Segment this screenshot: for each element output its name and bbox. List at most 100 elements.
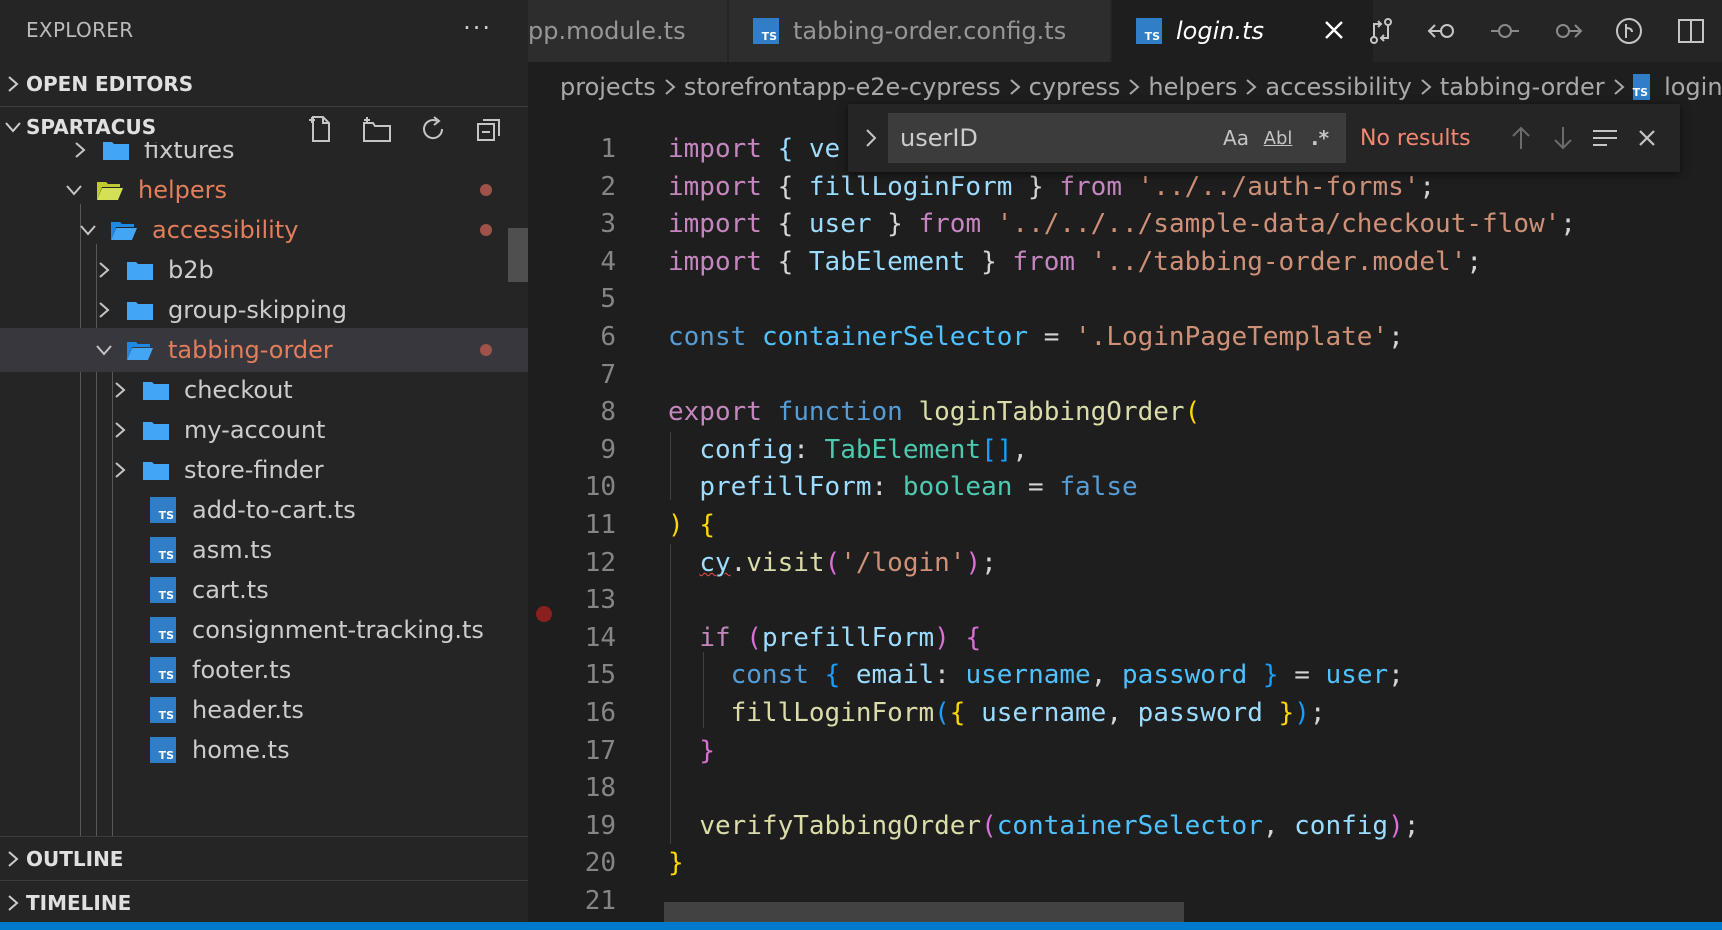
code-token: '.LoginPageTemplate': [1075, 322, 1389, 352]
arrow-down-icon[interactable]: [1542, 117, 1584, 159]
tab-login[interactable]: TS login.ts: [1112, 0, 1374, 62]
code-token: loginTabbingOrder: [918, 397, 1185, 427]
compare-icon[interactable]: [1350, 0, 1412, 62]
tree-item-cart[interactable]: TS cart.ts: [0, 568, 528, 612]
typescript-file-icon: TS: [150, 577, 176, 603]
code-token: const: [668, 322, 747, 352]
chevron-down-icon: [64, 180, 84, 200]
code-token: username: [965, 660, 1091, 690]
close-icon[interactable]: [1626, 117, 1668, 159]
chevron-right-icon: [1245, 78, 1257, 96]
find-input[interactable]: userID Aa Abl .*: [888, 113, 1346, 163]
new-file-icon[interactable]: [302, 113, 340, 145]
chevron-down-icon: [78, 220, 98, 240]
breadcrumb-item[interactable]: tabbing-order: [1440, 73, 1605, 101]
tab-tabbing-order-config[interactable]: TS tabbing-order.config.ts: [729, 0, 1111, 62]
tree-item-b2b[interactable]: b2b: [0, 248, 528, 292]
tree-item-header[interactable]: TS header.ts: [0, 688, 528, 732]
tree-item-checkout[interactable]: checkout: [0, 368, 528, 412]
breadcrumb-item[interactable]: login.ts: [1664, 73, 1722, 101]
section-timeline[interactable]: TIMELINE: [0, 880, 528, 924]
tree-item-accessibility[interactable]: accessibility: [0, 208, 528, 252]
tree-item-asm[interactable]: TS asm.ts: [0, 528, 528, 572]
tree-item-my-account[interactable]: my-account: [0, 408, 528, 452]
tree-item-label: checkout: [184, 376, 293, 404]
collapse-all-icon[interactable]: [470, 113, 508, 145]
go-forward-icon[interactable]: [1536, 0, 1598, 62]
git-commit-icon[interactable]: [1474, 0, 1536, 62]
tree-item-footer[interactable]: TS footer.ts: [0, 648, 528, 692]
section-label: OUTLINE: [26, 846, 124, 871]
code-token: containerSelector: [996, 811, 1263, 841]
folder-icon: [126, 299, 154, 321]
code-token: user: [1325, 660, 1389, 690]
indent-guide: [670, 544, 671, 844]
refresh-icon[interactable]: [414, 113, 452, 145]
code-token: if: [699, 623, 731, 653]
modified-indicator: [480, 344, 492, 356]
split-editor-icon[interactable]: [1660, 0, 1722, 62]
code-token: TabElement: [808, 247, 966, 277]
tree-item-store-finder[interactable]: store-finder: [0, 448, 528, 492]
chevron-right-icon[interactable]: [854, 127, 888, 149]
go-back-icon[interactable]: [1412, 0, 1474, 62]
chevron-right-icon: [0, 894, 26, 912]
new-folder-icon[interactable]: [358, 113, 396, 145]
chevron-right-icon: [1420, 78, 1432, 96]
find-result: No results: [1360, 125, 1471, 151]
typescript-file-icon: TS: [150, 537, 176, 563]
tree-item-label: b2b: [168, 256, 214, 284]
close-icon[interactable]: [1319, 15, 1349, 45]
breadcrumb-item[interactable]: projects: [560, 73, 656, 101]
code-token: { ve: [761, 134, 841, 164]
more-actions-button[interactable]: ···: [463, 14, 492, 42]
chevron-right-icon: [664, 78, 676, 96]
line-number: 7: [600, 360, 616, 390]
chevron-right-icon: [0, 850, 26, 868]
section-open-editors[interactable]: OPEN EDITORS: [0, 62, 528, 106]
tree-item-tabbing-order[interactable]: tabbing-order: [0, 328, 528, 372]
folder-icon: [142, 419, 170, 441]
code-token: '../tabbing-order.model': [1090, 247, 1467, 277]
whole-word-toggle[interactable]: Abl: [1260, 121, 1296, 155]
tab-app-module[interactable]: pp.module.ts: [528, 0, 728, 62]
breakpoint-icon[interactable]: [536, 606, 552, 622]
code-token: password: [1137, 698, 1263, 728]
code-line-4: import { TabElement } from '../tabbing-o…: [668, 247, 1483, 277]
tab-label: login.ts: [1176, 17, 1265, 45]
code-editor[interactable]: 1 2 3 4 5 6 7 8 9 10 11 12 13 14 15 16 1…: [528, 112, 1722, 926]
git-graph-icon[interactable]: [1598, 0, 1660, 62]
breadcrumb-item[interactable]: accessibility: [1265, 73, 1411, 101]
sidebar-scrollbar-thumb[interactable]: [508, 228, 528, 282]
arrow-up-icon[interactable]: [1500, 117, 1542, 159]
breadcrumb-item[interactable]: cypress: [1029, 73, 1121, 101]
tree-item-group-skipping[interactable]: group-skipping: [0, 288, 528, 332]
find-query: userID: [900, 124, 978, 152]
tree-item-home[interactable]: TS home.ts: [0, 728, 528, 772]
code-line-9: config: TabElement[],: [699, 435, 1029, 465]
code-line-14: if (prefillForm) {: [699, 623, 982, 653]
code-token: '../../auth-forms': [1137, 172, 1420, 202]
tree-item-label: tabbing-order: [168, 336, 333, 364]
line-number: 12: [584, 548, 616, 578]
breadcrumb-item[interactable]: helpers: [1148, 73, 1237, 101]
match-case-toggle[interactable]: Aa: [1218, 121, 1254, 155]
chevron-right-icon: [1613, 78, 1625, 96]
line-number: 20: [584, 848, 616, 878]
code-line-1: import { ve: [668, 134, 840, 164]
tree-item-helpers[interactable]: helpers: [0, 168, 528, 212]
tree-item-consignment-tracking[interactable]: TS consignment-tracking.ts: [0, 608, 528, 652]
code-line-10: prefillForm: boolean = false: [699, 472, 1138, 502]
folder-icon: [142, 459, 170, 481]
explorer-header: EXPLORER ···: [0, 0, 528, 60]
find-in-selection-icon[interactable]: [1584, 117, 1626, 159]
tree-item-add-to-cart[interactable]: TS add-to-cart.ts: [0, 488, 528, 532]
regex-toggle[interactable]: .*: [1302, 121, 1338, 155]
code-line-3: import { user } from '../../../sample-da…: [668, 209, 1576, 239]
section-outline[interactable]: OUTLINE: [0, 836, 528, 880]
status-bar: [0, 922, 1722, 930]
chevron-right-icon: [0, 75, 26, 93]
section-spartacus[interactable]: SPARTACUS: [0, 106, 528, 146]
chevron-down-icon: [94, 340, 114, 360]
breadcrumb-item[interactable]: storefrontapp-e2e-cypress: [684, 73, 1001, 101]
